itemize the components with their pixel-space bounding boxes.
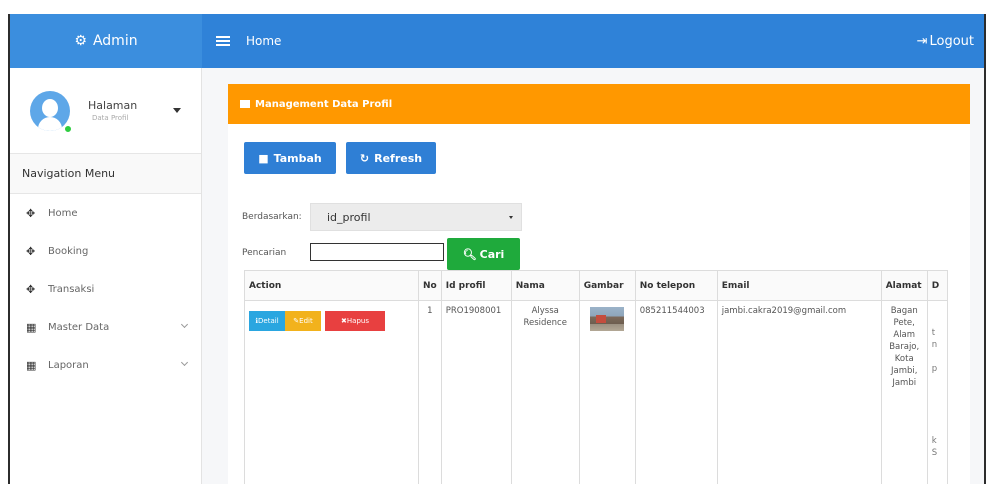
sidebar-item-label: Transaksi	[48, 283, 95, 295]
refresh-icon: ↻	[359, 151, 370, 165]
filter-select[interactable]: id_profil	[310, 203, 522, 231]
cell-d-line: k	[931, 436, 937, 446]
brand-label: Admin	[92, 33, 138, 49]
cell-d: t n p k S	[926, 300, 948, 484]
cell-d-line: p	[931, 364, 938, 374]
sidebar-item-label: Booking	[48, 245, 89, 257]
page-title: Home	[246, 34, 282, 48]
detail-button[interactable]: ℹDetail	[249, 311, 285, 331]
logout-icon: ⇥	[916, 33, 928, 49]
search-icon: 🔍︎	[462, 247, 477, 261]
search-button-label: Cari	[479, 247, 505, 261]
search-button[interactable]: 🔍︎ Cari	[447, 238, 520, 270]
logout-link[interactable]: ⇥ Logout	[917, 34, 974, 49]
grid-icon: ▦	[26, 358, 37, 372]
col-email: Email	[716, 270, 882, 301]
action-cell: ℹDetail ✎Edit ✖Hapus	[244, 300, 419, 484]
sidebar-item-label: Master Data	[48, 321, 110, 333]
cell-no: 1	[418, 300, 442, 484]
cell-email: jambi.cakra2019@gmail.com	[716, 300, 882, 484]
refresh-button-label: Refresh	[374, 151, 423, 165]
main-content: Management Data Profil ■ Tambah ↻ Refres…	[228, 84, 970, 484]
sidebar-item-master-data[interactable]: ▦ Master Data	[10, 308, 201, 346]
filter-label: Berdasarkan:	[242, 212, 302, 222]
app-window: ⚙ Admin Home ⇥ Logout Halaman Data Profi…	[8, 14, 986, 484]
move-icon: ✥	[26, 244, 36, 258]
sidebar-item-transaksi[interactable]: ✥ Transaksi	[10, 270, 201, 308]
col-no: No	[418, 270, 442, 301]
hamburger-icon[interactable]	[216, 34, 230, 48]
col-telepon: No telepon	[634, 270, 718, 301]
logout-label: Logout	[929, 33, 974, 49]
cell-d-line: t	[931, 328, 936, 338]
table-row: ℹDetail ✎Edit ✖Hapus 1 PRO1908001 Alyssa R…	[244, 300, 948, 484]
user-info: Halaman Data Profil	[88, 99, 137, 122]
brand[interactable]: ⚙ Admin	[10, 14, 202, 68]
panel-header: Management Data Profil	[228, 84, 970, 124]
user-role: Data Profil	[92, 114, 129, 122]
add-button[interactable]: ■ Tambah	[244, 142, 336, 174]
add-button-label: Tambah	[273, 151, 322, 165]
user-name: Halaman	[88, 99, 138, 112]
sidebar-item-home[interactable]: ✥ Home	[10, 194, 201, 232]
search-label: Pencarian	[242, 248, 287, 258]
col-nama: Nama	[510, 270, 580, 301]
cell-alamat: Bagan Pete, Alam Barajo, Kota Jambi, Jam…	[880, 300, 928, 484]
cell-d-line: S	[931, 448, 938, 458]
move-icon: ✥	[26, 282, 36, 296]
cell-nama: Alyssa Residence	[510, 300, 580, 484]
user-panel[interactable]: Halaman Data Profil	[10, 68, 201, 154]
cell-d-line: n	[931, 340, 938, 350]
sidebar: Halaman Data Profil Navigation Menu ✥ Ho…	[10, 68, 202, 484]
col-id-profil: Id profil	[440, 270, 512, 301]
grid-icon: ▦	[26, 320, 37, 334]
refresh-button[interactable]: ↻ Refresh	[346, 142, 436, 174]
cell-telepon: 085211544003	[634, 300, 718, 484]
save-icon: ■	[258, 151, 269, 165]
property-image	[590, 307, 625, 331]
nav-header: Navigation Menu	[10, 154, 201, 194]
table-icon	[240, 100, 250, 108]
caret-down-icon	[509, 216, 513, 219]
search-input[interactable]	[310, 243, 444, 261]
cell-gambar	[578, 300, 636, 484]
chevron-down-icon	[180, 320, 189, 329]
panel-title: Management Data Profil	[255, 98, 393, 110]
table-header-row: Action No Id profil Nama Gambar No telep…	[244, 270, 948, 301]
delete-button[interactable]: ✖Hapus	[325, 311, 385, 331]
panel-body: ■ Tambah ↻ Refresh Berdasarkan: id_profi…	[228, 124, 970, 484]
edit-label: Edit	[299, 317, 313, 325]
topbar: ⚙ Admin Home ⇥ Logout	[10, 14, 984, 68]
detail-label: Detail	[258, 317, 279, 325]
sidebar-item-label: Laporan	[48, 359, 89, 371]
settings-icon: ⚙	[74, 33, 87, 49]
avatar	[30, 90, 70, 131]
col-d: D	[926, 270, 948, 301]
edit-button[interactable]: ✎Edit	[285, 311, 321, 331]
sidebar-item-label: Home	[48, 207, 78, 219]
sidebar-item-laporan[interactable]: ▦ Laporan	[10, 346, 201, 384]
chevron-down-icon	[180, 358, 189, 367]
delete-label: Hapus	[346, 317, 369, 325]
col-action: Action	[244, 270, 419, 301]
cell-d-line	[932, 351, 943, 363]
profile-table: Action No Id profil Nama Gambar No telep…	[244, 270, 948, 484]
caret-down-icon[interactable]	[173, 108, 182, 113]
cell-id-profil: PRO1908001	[440, 300, 512, 484]
online-status-icon	[64, 125, 72, 133]
col-alamat: Alamat	[880, 270, 928, 301]
filter-value: id_profil	[327, 210, 371, 224]
col-gambar: Gambar	[578, 270, 636, 301]
sidebar-item-booking[interactable]: ✥ Booking	[10, 232, 201, 270]
move-icon: ✥	[26, 206, 36, 220]
navbar: Home ⇥ Logout	[202, 14, 984, 68]
